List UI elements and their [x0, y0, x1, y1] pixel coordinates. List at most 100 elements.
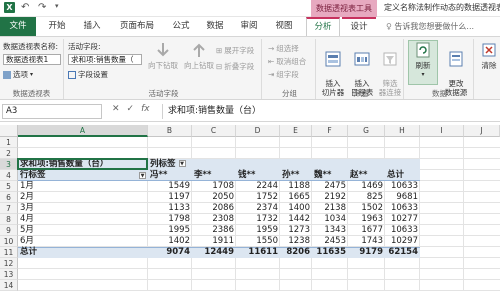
pivot-value-cell[interactable]: 2386: [192, 225, 236, 236]
pivot-value-cell[interactable]: 1959: [236, 225, 280, 236]
pivot-grand-total-cell[interactable]: 9074: [148, 247, 192, 258]
enter-icon[interactable]: ✓: [127, 104, 135, 114]
row-header-11[interactable]: 11: [0, 247, 18, 258]
clear-button[interactable]: 清除: [478, 41, 500, 70]
column-header-i[interactable]: I: [420, 125, 464, 137]
pivot-grand-total-cell[interactable]: 11635: [312, 247, 348, 258]
redo-icon[interactable]: ↷: [38, 2, 49, 13]
pivot-value-cell[interactable]: 2374: [236, 203, 280, 214]
pivot-value-cell[interactable]: 9681: [385, 192, 420, 203]
pivot-value-cell[interactable]: 10633: [385, 225, 420, 236]
row-header-14[interactable]: 14: [0, 280, 18, 291]
pivot-column-name[interactable]: 李**: [194, 170, 211, 181]
tab-analyze[interactable]: 分析: [306, 17, 340, 36]
row-header-10[interactable]: 10: [0, 236, 18, 247]
pivot-value-cell[interactable]: 1133: [148, 203, 192, 214]
row-header-4[interactable]: 4: [0, 170, 18, 181]
group-selection-button[interactable]: → 组选择: [268, 43, 299, 54]
pivot-value-cell[interactable]: 1197: [148, 192, 192, 203]
pivot-grand-total-cell[interactable]: 8206: [280, 247, 312, 258]
column-header-a[interactable]: A: [18, 125, 148, 137]
tab-data[interactable]: 数据: [199, 17, 231, 36]
pivot-value-cell[interactable]: 1034: [312, 214, 348, 225]
column-header-j[interactable]: J: [464, 125, 500, 137]
pivot-column-name[interactable]: 赵**: [350, 170, 367, 181]
pivot-row-label[interactable]: 4月: [20, 214, 34, 225]
undo-icon[interactable]: ↶: [21, 2, 32, 13]
pivot-value-cell[interactable]: 2308: [192, 214, 236, 225]
pivot-column-name[interactable]: 钱**: [238, 170, 255, 181]
select-all-corner[interactable]: [0, 125, 18, 137]
drill-up-button[interactable]: 向上钻取: [181, 41, 217, 70]
row-header-3[interactable]: 3: [0, 159, 18, 170]
column-header-g[interactable]: G: [348, 125, 385, 137]
expand-field-button[interactable]: ⊞ 展开字段: [216, 45, 254, 56]
pivot-value-cell[interactable]: 1469: [348, 181, 385, 192]
name-box[interactable]: A3: [2, 104, 102, 119]
group-field-button[interactable]: ⇥ 组字段: [268, 69, 299, 80]
tab-formulas[interactable]: 公式: [166, 17, 196, 36]
row-header-9[interactable]: 9: [0, 225, 18, 236]
column-header-c[interactable]: C: [192, 125, 236, 137]
row-header-1[interactable]: 1: [0, 137, 18, 148]
drill-down-button[interactable]: 向下钻取: [144, 41, 182, 70]
tab-page-layout[interactable]: 页面布局: [111, 17, 163, 36]
tab-review[interactable]: 审阅: [233, 17, 265, 36]
pivot-row-label[interactable]: 6月: [20, 236, 34, 247]
pivot-value-cell[interactable]: 1343: [312, 225, 348, 236]
pivot-value-cell[interactable]: 1708: [192, 181, 236, 192]
pivot-value-cell[interactable]: 1442: [280, 214, 312, 225]
customize-qat-icon[interactable]: ▾: [55, 2, 66, 13]
pivot-value-cell[interactable]: 1743: [348, 236, 385, 247]
row-header-5[interactable]: 5: [0, 181, 18, 192]
pivot-row-label[interactable]: 1月: [20, 181, 34, 192]
pivot-value-cell[interactable]: 2475: [312, 181, 348, 192]
cancel-icon[interactable]: ✕: [112, 104, 120, 114]
pivot-value-cell[interactable]: 10277: [385, 214, 420, 225]
pivot-grand-total-cell[interactable]: 62154: [385, 247, 420, 258]
pivot-column-name[interactable]: 总计: [387, 170, 404, 181]
row-header-7[interactable]: 7: [0, 203, 18, 214]
pivot-column-name[interactable]: 魏**: [314, 170, 331, 181]
pivot-value-cell[interactable]: 1402: [148, 236, 192, 247]
tab-design[interactable]: 设计: [342, 17, 376, 36]
pivot-value-cell[interactable]: 825: [348, 192, 385, 203]
pivot-row-label[interactable]: 3月: [20, 203, 34, 214]
pivot-value-cell[interactable]: 1549: [148, 181, 192, 192]
pivot-value-cell[interactable]: 10297: [385, 236, 420, 247]
row-header-6[interactable]: 6: [0, 192, 18, 203]
column-header-d[interactable]: D: [236, 125, 280, 137]
field-settings-button[interactable]: 字段设置: [68, 69, 108, 80]
row-header-2[interactable]: 2: [0, 148, 18, 159]
pivot-grand-total-cell[interactable]: 12449: [192, 247, 236, 258]
pivot-value-cell[interactable]: 1732: [236, 214, 280, 225]
pivot-value-cell[interactable]: 1752: [236, 192, 280, 203]
pivot-row-label[interactable]: 5月: [20, 225, 34, 236]
pivot-value-cell[interactable]: 2138: [312, 203, 348, 214]
filter-dropdown-icon[interactable]: ▼: [139, 172, 146, 179]
collapse-field-button[interactable]: ⊟ 折叠字段: [216, 61, 254, 72]
filter-dropdown-icon[interactable]: ▼: [178, 160, 186, 167]
pivot-column-labels[interactable]: 列标签 ▼: [150, 159, 186, 170]
row-header-12[interactable]: 12: [0, 258, 18, 269]
fx-icon[interactable]: fx: [141, 104, 150, 114]
worksheet-grid[interactable]: ABCDEFGHIJ 1 2 3 4 5 6 7 8 9 10 11 12 13 14 求和项:销售数量（…: [0, 125, 500, 308]
pivot-value-cell[interactable]: 10633: [385, 203, 420, 214]
tab-insert[interactable]: 插入: [76, 17, 108, 36]
pivot-row-label[interactable]: 2月: [20, 192, 34, 203]
tab-file[interactable]: 文件: [0, 17, 36, 36]
column-header-f[interactable]: F: [312, 125, 348, 137]
pivot-value-cell[interactable]: 1273: [280, 225, 312, 236]
pivot-value-cell[interactable]: 10633: [385, 181, 420, 192]
pivot-grand-total-cell[interactable]: 9179: [348, 247, 385, 258]
formula-input[interactable]: 求和项:销售数量（台）: [168, 104, 261, 119]
pivot-value-cell[interactable]: 1502: [348, 203, 385, 214]
pivot-value-cell[interactable]: 1665: [280, 192, 312, 203]
row-header-13[interactable]: 13: [0, 269, 18, 280]
tab-view[interactable]: 视图: [268, 17, 300, 36]
options-button[interactable]: 选项 ▾: [3, 69, 33, 80]
pivot-value-cell[interactable]: 1677: [348, 225, 385, 236]
pivot-value-cell[interactable]: 2050: [192, 192, 236, 203]
pivot-column-name[interactable]: 冯**: [150, 170, 167, 181]
pivot-value-cell[interactable]: 2192: [312, 192, 348, 203]
